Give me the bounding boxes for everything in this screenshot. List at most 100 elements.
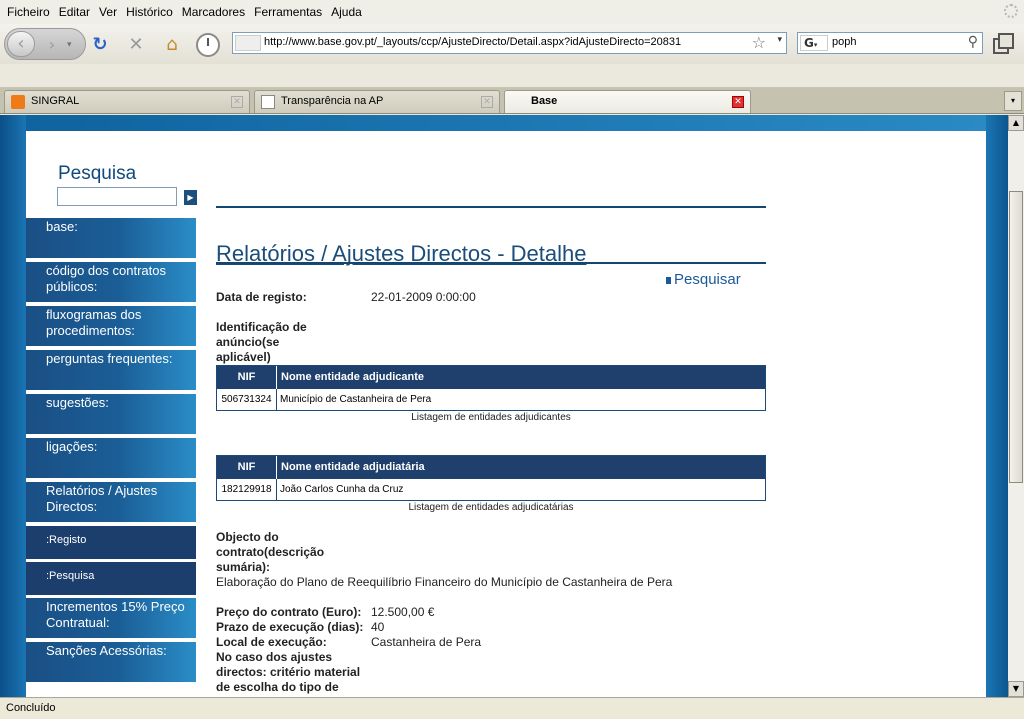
- sidebar-subitem-pesquisa[interactable]: :Pesquisa: [26, 562, 196, 595]
- chevron-down-icon: ▾: [67, 40, 72, 50]
- awardee-table-caption: Listagem de entidades adjudicatárias: [408, 502, 574, 513]
- play-arrow-icon: ▶: [187, 193, 194, 202]
- menu-bar: Ficheiro Editar Ver Histórico Marcadores…: [0, 0, 1024, 24]
- page-icon: [261, 95, 275, 109]
- table-header: NIF Nome entidade adjudicante: [217, 366, 765, 389]
- column-header-nif: NIF: [217, 366, 277, 389]
- url-bar[interactable]: http://www.base.gov.pt/_layouts/ccp/Ajus…: [232, 32, 787, 54]
- bookmarks-toolbar: [0, 64, 1024, 88]
- menu-bookmarks[interactable]: Marcadores: [179, 5, 251, 19]
- tab-base[interactable]: Base ✕: [504, 90, 751, 113]
- forward-button[interactable]: ›: [41, 35, 63, 55]
- contract-price-label: Preço do contrato (Euro):: [216, 605, 362, 619]
- search-icon[interactable]: ⚲: [968, 34, 978, 50]
- divider: [216, 206, 766, 208]
- menu-view[interactable]: Ver: [96, 5, 123, 19]
- search-link[interactable]: Pesquisar: [666, 271, 741, 288]
- bullet-icon: [666, 276, 671, 284]
- stop-icon[interactable]: ✕: [125, 34, 147, 56]
- arrow-right-icon: ›: [48, 35, 56, 54]
- sidebar-search-title: Pesquisa: [58, 163, 137, 184]
- cell-nif: 506731324: [217, 389, 277, 410]
- execution-term-label: Prazo de execução (dias):: [216, 620, 364, 634]
- tab-label: Transparência na AP: [281, 95, 384, 107]
- procedure-criteria-label: No caso dos ajustes directos: critério m…: [216, 650, 361, 697]
- activity-throbber-icon: [1004, 4, 1018, 18]
- cell-name: Município de Castanheira de Pera: [280, 394, 432, 405]
- tab-label: SINGRAL: [31, 95, 80, 107]
- clock-icon[interactable]: [196, 33, 220, 57]
- cell-nif: 182129918: [217, 479, 277, 500]
- sidebar-item-sancoes[interactable]: Sanções Acessórias:: [26, 642, 196, 682]
- page-viewport: Pesquisa ▶ base: código dos contratos pú…: [0, 115, 1008, 697]
- back-forward-group: ‹ › ▾: [4, 28, 86, 60]
- sidebar-item-relatorios[interactable]: Relatórios / Ajustes Directos:: [26, 482, 196, 522]
- menu-help[interactable]: Ajuda: [328, 5, 368, 19]
- execution-term-value: 40: [371, 620, 385, 634]
- tab-label: Base: [531, 95, 558, 107]
- tab-transparencia[interactable]: Transparência na AP ✕: [254, 90, 500, 113]
- menu-tools[interactable]: Ferramentas: [251, 5, 328, 19]
- table-header: NIF Nome entidade adjudiatária: [217, 456, 765, 479]
- contract-object-label: Objecto do contrato(descrição sumária):: [216, 530, 325, 574]
- awardee-entities-table: NIF Nome entidade adjudiatária 182129918…: [216, 455, 766, 501]
- search-go-button[interactable]: ▶: [184, 190, 197, 205]
- table-row: 506731324 Município de Castanheira de Pe…: [217, 389, 765, 410]
- vertical-scrollbar[interactable]: ▲ ▼: [1008, 115, 1024, 697]
- sidebar-item-fluxogramas[interactable]: fluxogramas dos procedimentos:: [26, 306, 196, 346]
- contract-object-value: Elaboração do Plano de Reequilíbrio Fina…: [216, 575, 673, 589]
- menu-file[interactable]: Ficheiro: [4, 5, 56, 19]
- bookmark-star-icon[interactable]: ☆: [752, 33, 766, 52]
- chevron-down-icon: ▾: [1010, 96, 1015, 105]
- column-header-nif: NIF: [217, 456, 277, 479]
- search-bar[interactable]: G▾ poph ⚲: [797, 32, 983, 54]
- triangle-down-icon: ▼: [1012, 684, 1020, 693]
- status-text: Concluído: [6, 702, 56, 714]
- close-icon[interactable]: ✕: [732, 96, 744, 108]
- sidebar-item-ligacoes[interactable]: ligações:: [26, 438, 196, 478]
- sidebar-item-base[interactable]: base:: [26, 218, 196, 258]
- menu-edit[interactable]: Editar: [56, 5, 96, 19]
- blogger-icon: [11, 95, 25, 109]
- triangle-up-icon: ▲: [1012, 118, 1020, 127]
- arrow-left-icon: ‹: [17, 33, 25, 54]
- execution-location-label: Local de execução:: [216, 635, 327, 649]
- restore-window-icon[interactable]: [991, 32, 1014, 54]
- announcement-label: Identificação de anúncio(se aplicável): [216, 320, 307, 364]
- sidebar-item-sugestoes[interactable]: sugestões:: [26, 394, 196, 434]
- back-button[interactable]: ‹: [7, 31, 35, 57]
- scroll-thumb[interactable]: [1009, 191, 1023, 483]
- close-icon[interactable]: ✕: [231, 96, 243, 108]
- reload-icon[interactable]: ↻: [89, 34, 111, 56]
- list-all-tabs-button[interactable]: ▾: [1004, 91, 1022, 111]
- sidebar-search-input[interactable]: [57, 187, 177, 206]
- close-icon[interactable]: ✕: [481, 96, 493, 108]
- url-input[interactable]: http://www.base.gov.pt/_layouts/ccp/Ajus…: [264, 36, 681, 48]
- registration-date-value: 22-01-2009 0:00:00: [371, 290, 476, 304]
- chevron-down-icon[interactable]: ▾: [777, 35, 782, 45]
- column-header-name: Nome entidade adjudicante: [281, 371, 425, 383]
- search-input[interactable]: poph: [832, 36, 856, 48]
- table-row: 182129918 João Carlos Cunha da Cruz: [217, 479, 765, 500]
- site-identity-icon[interactable]: [235, 35, 261, 51]
- contract-price-value: 12.500,00 €: [371, 605, 435, 619]
- registration-date-label: Data de registo:: [216, 290, 307, 304]
- status-bar: Concluído: [0, 697, 1024, 719]
- scroll-down-button[interactable]: ▼: [1008, 681, 1024, 697]
- scroll-up-button[interactable]: ▲: [1008, 115, 1024, 131]
- tab-singral[interactable]: SINGRAL ✕: [4, 90, 250, 113]
- page-header-strip: [26, 115, 986, 131]
- divider: [216, 262, 766, 264]
- sidebar-item-ccp[interactable]: código dos contratos públicos:: [26, 262, 196, 302]
- page-body: Pesquisa ▶ base: código dos contratos pú…: [26, 131, 986, 697]
- search-engine-icon[interactable]: G▾: [800, 35, 828, 51]
- menu-history[interactable]: Histórico: [123, 5, 179, 19]
- tab-bar: SINGRAL ✕ Transparência na AP ✕ Base ✕ ▾: [0, 88, 1024, 114]
- column-header-name: Nome entidade adjudiatária: [281, 461, 425, 473]
- sidebar-item-perguntas[interactable]: perguntas frequentes:: [26, 350, 196, 390]
- home-icon[interactable]: ⌂: [161, 34, 183, 56]
- history-dropdown-button[interactable]: ▾: [67, 35, 79, 55]
- execution-location-value: Castanheira de Pera: [371, 635, 482, 649]
- sidebar-item-incrementos[interactable]: Incrementos 15% Preço Contratual:: [26, 598, 196, 638]
- sidebar-subitem-registo[interactable]: :Registo: [26, 526, 196, 559]
